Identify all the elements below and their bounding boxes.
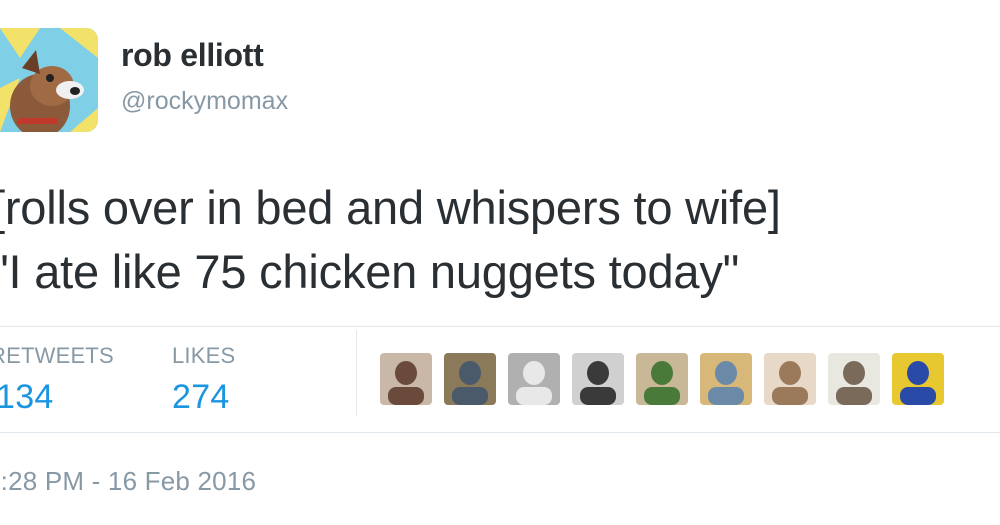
dog-avatar-icon: [0, 28, 98, 132]
stats-bottom-divider: [0, 432, 1000, 433]
tweet-line-1: [rolls over in bed and whispers to wife]: [0, 181, 781, 234]
liker-avatar-4[interactable]: [572, 353, 624, 405]
stats-separator: [356, 330, 357, 416]
liker-avatar-8[interactable]: [828, 353, 880, 405]
tweet-text: [rolls over in bed and whispers to wife]…: [0, 176, 1000, 304]
author-avatar[interactable]: [0, 28, 98, 132]
retweets-count[interactable]: 134: [0, 378, 54, 417]
tweet-line-2: "I ate like 75 chicken nuggets today": [0, 245, 740, 298]
tweet-timestamp[interactable]: 3:28 PM - 16 Feb 2016: [0, 466, 256, 497]
retweets-label[interactable]: RETWEETS: [0, 343, 114, 369]
liker-avatar-5[interactable]: [636, 353, 688, 405]
author-handle[interactable]: @rockymomax: [121, 87, 288, 116]
liker-avatar-3[interactable]: [508, 353, 560, 405]
liker-avatar-2[interactable]: [444, 353, 496, 405]
stats-top-divider: [0, 326, 1000, 327]
liker-avatar-1[interactable]: [380, 353, 432, 405]
liker-avatar-9[interactable]: [892, 353, 944, 405]
likes-count[interactable]: 274: [172, 378, 230, 417]
liker-avatar-7[interactable]: [764, 353, 816, 405]
liker-avatar-6[interactable]: [700, 353, 752, 405]
author-display-name[interactable]: rob elliott: [121, 37, 264, 74]
likes-label[interactable]: LIKES: [172, 343, 235, 369]
